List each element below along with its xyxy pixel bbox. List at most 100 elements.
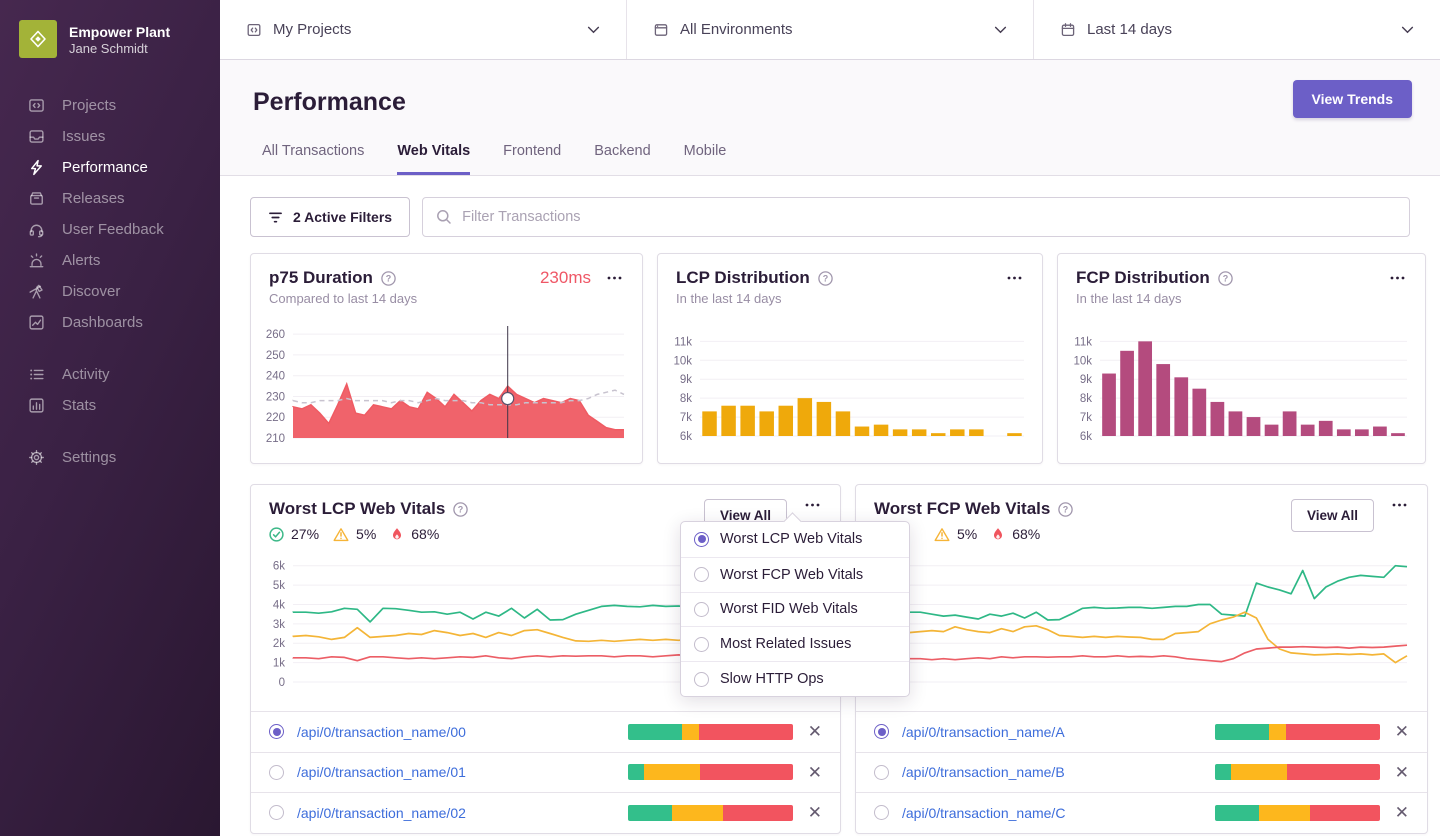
chevron-down-icon — [1401, 26, 1414, 34]
sidebar-item-stats[interactable]: Stats — [0, 390, 220, 421]
close-icon[interactable]: ✕ — [808, 804, 822, 821]
svg-text:6k: 6k — [273, 561, 285, 573]
sidebar-item-label: Settings — [62, 449, 116, 466]
svg-text:6k: 6k — [680, 431, 692, 443]
worst-fcp-chart — [862, 550, 1413, 700]
search-input[interactable] — [462, 209, 1396, 225]
vitals-distribution-bar — [1215, 764, 1380, 780]
transaction-link[interactable]: /api/0/transaction_name/02 — [297, 805, 466, 821]
menu-item-worst-fcp[interactable]: Worst FCP Web Vitals — [681, 557, 909, 592]
card-menu-button[interactable] — [803, 499, 822, 511]
transaction-link[interactable]: /api/0/transaction_name/01 — [297, 764, 466, 780]
app-root: Empower Plant Jane Schmidt Projects Issu… — [0, 0, 1440, 836]
tab-mobile[interactable]: Mobile — [684, 143, 727, 175]
close-icon[interactable]: ✕ — [1395, 764, 1409, 781]
menu-radio[interactable] — [694, 532, 709, 547]
sidebar-item-projects[interactable]: Projects — [0, 90, 220, 121]
org-name: Empower Plant — [69, 23, 170, 41]
close-icon[interactable]: ✕ — [1395, 804, 1409, 821]
card-menu-button[interactable] — [1390, 499, 1409, 511]
transaction-link[interactable]: /api/0/transaction_name/C — [902, 805, 1065, 821]
sidebar-item-user-feedback[interactable]: User Feedback — [0, 214, 220, 245]
lcp-distribution-card: LCP Distribution ? In the last 14 days 1… — [657, 253, 1043, 464]
svg-text:7k: 7k — [1080, 412, 1092, 424]
transaction-radio[interactable] — [269, 805, 284, 820]
sidebar-item-issues[interactable]: Issues — [0, 121, 220, 152]
active-filters-button[interactable]: 2 Active Filters — [250, 197, 410, 237]
tab-frontend[interactable]: Frontend — [503, 143, 561, 175]
transaction-link[interactable]: /api/0/transaction_name/A — [902, 724, 1065, 740]
svg-text:10k: 10k — [673, 355, 692, 367]
help-icon[interactable]: ? — [818, 271, 833, 286]
check-circle-icon — [269, 527, 284, 542]
transaction-radio[interactable] — [874, 765, 889, 780]
card-menu-button[interactable] — [1005, 272, 1024, 284]
issues-icon — [27, 128, 45, 146]
active-filters-label: 2 Active Filters — [293, 209, 392, 225]
sidebar-item-activity[interactable]: Activity — [0, 359, 220, 390]
menu-radio[interactable] — [694, 672, 709, 687]
view-all-button[interactable]: View All — [1291, 499, 1374, 532]
vitals-distribution-bar — [628, 764, 793, 780]
project-filter-dropdown[interactable]: My Projects — [220, 0, 627, 59]
tab-all-transactions[interactable]: All Transactions — [262, 143, 364, 175]
menu-radio[interactable] — [694, 567, 709, 582]
sidebar-item-performance[interactable]: Performance — [0, 152, 220, 183]
vitals-distribution-bar — [628, 724, 793, 740]
sidebar-item-releases[interactable]: Releases — [0, 183, 220, 214]
page-title: Performance — [253, 88, 406, 117]
menu-item-slow-http-ops[interactable]: Slow HTTP Ops — [681, 661, 909, 696]
tab-web-vitals[interactable]: Web Vitals — [397, 143, 470, 175]
environment-filter-value: All Environments — [680, 21, 983, 38]
help-icon[interactable]: ? — [381, 271, 396, 286]
sidebar-item-discover[interactable]: Discover — [0, 276, 220, 307]
card-menu-button[interactable] — [1388, 272, 1407, 284]
close-icon[interactable]: ✕ — [808, 764, 822, 781]
sidebar-item-settings[interactable]: Settings — [0, 442, 220, 473]
transaction-list: /api/0/transaction_name/A ✕ /api/0/trans… — [856, 711, 1427, 833]
transaction-radio[interactable] — [874, 805, 889, 820]
fcp-distribution-card: FCP Distribution ? In the last 14 days 1… — [1057, 253, 1426, 464]
warning-triangle-icon — [333, 527, 349, 542]
menu-item-worst-fid[interactable]: Worst FID Web Vitals — [681, 592, 909, 627]
transaction-radio[interactable] — [269, 765, 284, 780]
menu-radio[interactable] — [694, 637, 709, 652]
menu-item-most-related-issues[interactable]: Most Related Issues — [681, 626, 909, 661]
svg-text:9k: 9k — [1080, 374, 1092, 386]
menu-item-worst-lcp[interactable]: Worst LCP Web Vitals — [681, 522, 909, 557]
lcp-distribution-chart: 11k10k9k8k7k6k — [664, 324, 1030, 452]
warning-triangle-icon — [934, 527, 950, 542]
good-percent: 27% — [291, 526, 319, 542]
environment-filter-dropdown[interactable]: All Environments — [627, 0, 1034, 59]
svg-text:?: ? — [1063, 504, 1069, 514]
card-title: FCP Distribution — [1076, 268, 1210, 288]
transaction-link[interactable]: /api/0/transaction_name/00 — [297, 724, 466, 740]
help-icon[interactable]: ? — [1058, 502, 1073, 517]
menu-radio[interactable] — [694, 602, 709, 617]
help-icon[interactable]: ? — [453, 502, 468, 517]
sidebar-item-label: Projects — [62, 97, 116, 114]
org-switcher[interactable]: Empower Plant Jane Schmidt — [0, 0, 220, 58]
transaction-radio[interactable] — [874, 724, 889, 739]
sidebar-item-dashboards[interactable]: Dashboards — [0, 307, 220, 338]
date-range-dropdown[interactable]: Last 14 days — [1034, 0, 1440, 59]
sidebar-item-label: Releases — [62, 190, 125, 207]
view-trends-button[interactable]: View Trends — [1293, 80, 1412, 118]
tab-backend[interactable]: Backend — [594, 143, 650, 175]
close-icon[interactable]: ✕ — [808, 723, 822, 740]
svg-text:2k: 2k — [273, 638, 285, 650]
close-icon[interactable]: ✕ — [1395, 723, 1409, 740]
siren-icon — [27, 252, 45, 270]
search-icon — [436, 209, 452, 225]
transaction-link[interactable]: /api/0/transaction_name/B — [902, 764, 1065, 780]
diamond-icon — [28, 29, 48, 49]
card-menu-button[interactable] — [605, 272, 624, 284]
vitals-distribution-bar — [1215, 805, 1380, 821]
sidebar-item-alerts[interactable]: Alerts — [0, 245, 220, 276]
p75-duration-card: p75 Duration ? 230ms Compared to last 14… — [250, 253, 643, 464]
sidebar: Empower Plant Jane Schmidt Projects Issu… — [0, 0, 220, 836]
transaction-radio[interactable] — [269, 724, 284, 739]
menu-item-label: Slow HTTP Ops — [720, 671, 824, 687]
menu-item-label: Most Related Issues — [720, 636, 851, 652]
help-icon[interactable]: ? — [1218, 271, 1233, 286]
